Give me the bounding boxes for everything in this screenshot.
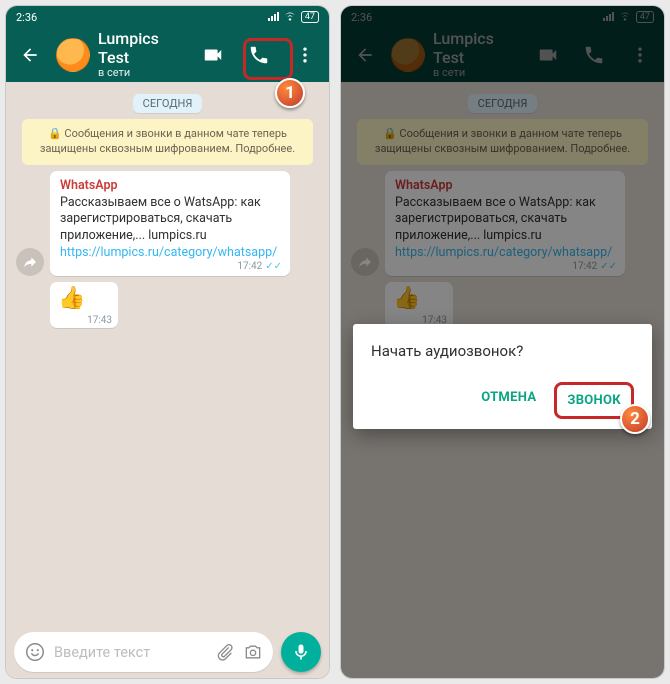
status-bar: 2:36 47 [6, 6, 329, 28]
chat-area[interactable]: СЕГОДНЯ 🔒 Сообщения и звонки в данном ча… [6, 82, 329, 678]
phone-screenshot-2: 2:36 47 Lumpics Test в сети СЕГО [340, 5, 665, 679]
attach-icon[interactable] [215, 642, 235, 662]
video-call-icon[interactable] [195, 37, 231, 73]
more-icon[interactable] [287, 37, 323, 73]
voice-call-icon[interactable] [241, 37, 277, 73]
emoji-time: 17:43 [87, 315, 112, 326]
battery-level: 47 [301, 11, 319, 23]
step-1-badge: 1 [275, 78, 305, 108]
forward-icon[interactable] [16, 248, 44, 276]
message-sender: WhatsApp [60, 178, 280, 195]
mic-button[interactable] [281, 632, 321, 672]
message-time: 17:42 [237, 260, 262, 274]
contact-header[interactable]: Lumpics Test в сети [98, 30, 187, 79]
app-bar: Lumpics Test в сети [6, 28, 329, 82]
step-2-badge: 2 [620, 404, 650, 434]
read-ticks-icon: ✓✓ [265, 260, 282, 274]
message-body: Рассказываем все о WatsApp: как зарегист… [60, 195, 280, 246]
dialog-title: Начать аудиозвонок? [371, 342, 634, 360]
emoji-icon[interactable] [24, 641, 46, 663]
call-dialog: Начать аудиозвонок? ОТМЕНА ЗВОНОК [353, 324, 652, 429]
encryption-banner[interactable]: 🔒 Сообщения и звонки в данном чате тепер… [22, 119, 313, 165]
contact-name: Lumpics Test [98, 30, 187, 67]
thumbs-up-emoji: 👍 [58, 286, 85, 311]
message-bubble: WhatsApp Рассказываем все о WatsApp: как… [50, 171, 290, 276]
input-placeholder: Введите текст [54, 644, 207, 661]
message-input[interactable]: Введите текст [14, 632, 273, 672]
status-indicators: 47 [267, 11, 319, 23]
camera-icon[interactable] [243, 642, 263, 662]
avatar[interactable] [56, 38, 90, 72]
input-bar: Введите текст [6, 626, 329, 678]
emoji-message[interactable]: 👍 17:43 [50, 282, 118, 328]
cancel-button[interactable]: ОТМЕНА [471, 382, 546, 419]
phone-screenshot-1: 2:36 47 Lumpics Test в сети [5, 5, 330, 679]
day-separator: СЕГОДНЯ [133, 94, 203, 113]
back-icon[interactable] [12, 37, 48, 73]
status-time: 2:36 [16, 11, 37, 24]
incoming-message[interactable]: WhatsApp Рассказываем все о WatsApp: как… [16, 171, 319, 276]
contact-status: в сети [98, 67, 187, 80]
